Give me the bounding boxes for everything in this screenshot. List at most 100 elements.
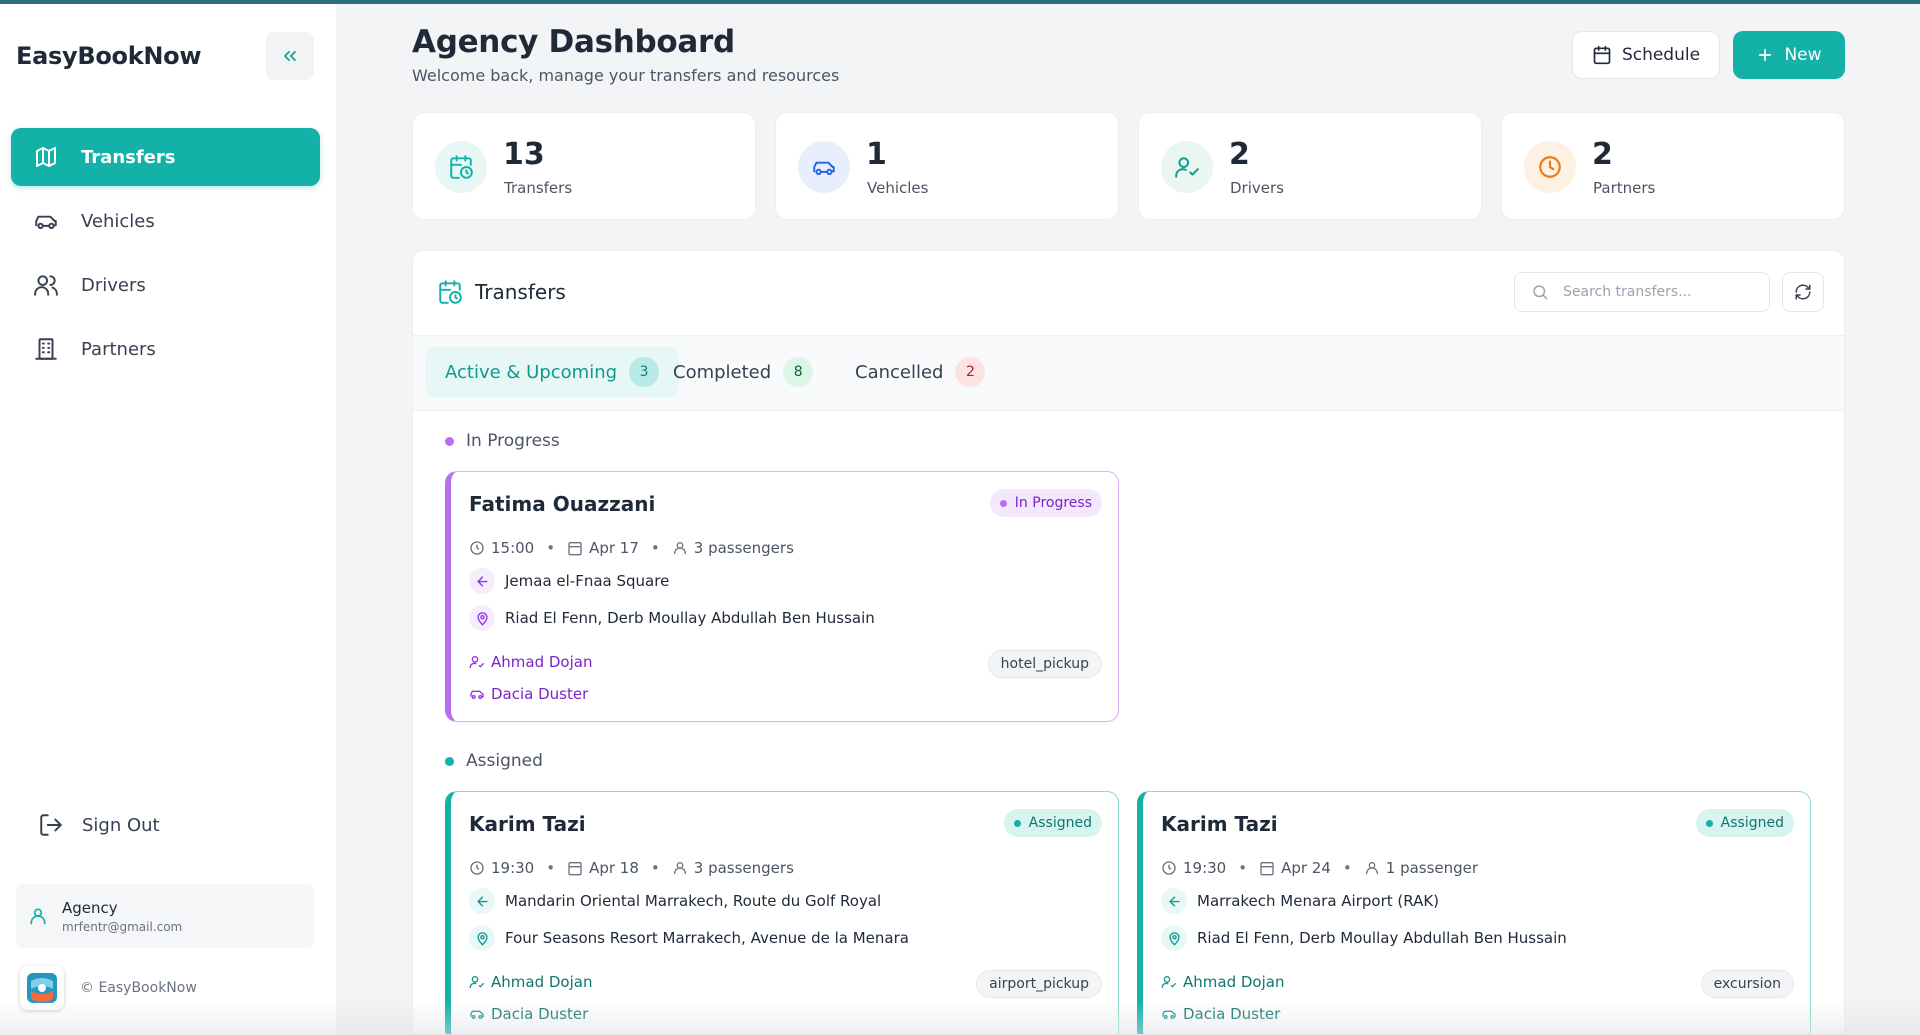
sidebar-item-label: Vehicles	[81, 210, 155, 232]
stat-label: Drivers	[1230, 179, 1284, 197]
tab-cancelled[interactable]: Cancelled 2	[835, 347, 1005, 397]
plus-icon	[1756, 46, 1774, 64]
transfer-card[interactable]: Karim Tazi Assigned 19:30 • Apr 18 • 3 p…	[445, 791, 1119, 1034]
dropoff-location: Riad El Fenn, Derb Moullay Abdullah Ben …	[469, 605, 875, 631]
status-badge: Assigned	[1003, 809, 1102, 837]
collapse-sidebar-button[interactable]	[266, 32, 314, 80]
stat-value: 2	[1229, 137, 1250, 172]
transfer-meta: 19:30 • Apr 18 • 3 passengers	[469, 859, 794, 877]
map-pin-icon	[1161, 925, 1187, 951]
passenger-count: 3 passengers	[693, 539, 794, 557]
tab-completed[interactable]: Completed 8	[653, 347, 833, 397]
assigned-driver[interactable]: Ahmad Dojan	[1161, 973, 1284, 991]
status-badge: In Progress	[989, 489, 1102, 517]
sidebar-item-transfers[interactable]: Transfers	[11, 128, 320, 186]
assigned-vehicle[interactable]: Dacia Duster	[469, 685, 588, 703]
sign-out-button[interactable]: Sign Out	[38, 812, 160, 838]
new-label: New	[1784, 45, 1822, 65]
arrow-left-icon	[469, 888, 495, 914]
clock-icon	[469, 540, 485, 556]
user-name: Agency	[62, 898, 118, 917]
sidebar-item-partners[interactable]: Partners	[11, 320, 320, 378]
arrow-left-icon	[469, 568, 495, 594]
tab-count-badge: 8	[783, 357, 814, 387]
section-in-progress: In Progress	[445, 431, 560, 451]
clock-icon	[1161, 860, 1177, 876]
user-check-icon	[469, 654, 485, 670]
stat-label: Partners	[1593, 179, 1656, 197]
building-icon	[33, 336, 59, 362]
search-input[interactable]	[1563, 284, 1753, 300]
user-email: mrfentr@gmail.com	[62, 919, 183, 934]
assigned-driver[interactable]: Ahmad Dojan	[469, 653, 592, 671]
stat-value: 1	[866, 137, 887, 172]
stat-card-drivers[interactable]: 2 Drivers	[1138, 112, 1482, 220]
passenger-count: 3 passengers	[693, 859, 794, 877]
sign-out-label: Sign Out	[82, 814, 160, 836]
transfer-type-tag: excursion	[1700, 970, 1794, 998]
transfer-type-tag: airport_pickup	[976, 970, 1102, 998]
stat-card-vehicles[interactable]: 1 Vehicles	[775, 112, 1119, 220]
section-label-text: In Progress	[466, 431, 560, 451]
new-button[interactable]: New	[1733, 31, 1845, 79]
transfer-date: Apr 18	[589, 859, 639, 877]
assigned-vehicle[interactable]: Dacia Duster	[469, 1005, 588, 1023]
schedule-label: Schedule	[1621, 45, 1701, 65]
sidebar-nav: Transfers Vehicles Drivers Partners	[11, 128, 320, 384]
sidebar-footer: © EasyBookNow	[20, 966, 197, 1010]
sidebar: EasyBookNow Transfers Vehicles Drivers P…	[0, 4, 337, 1035]
car-icon	[1161, 1006, 1177, 1022]
customer-name: Karim Tazi	[469, 812, 586, 836]
panel-title-text: Transfers	[475, 280, 566, 304]
refresh-button[interactable]	[1782, 272, 1824, 312]
schedule-button[interactable]: Schedule	[1572, 31, 1720, 79]
assigned-vehicle[interactable]: Dacia Duster	[1161, 1005, 1280, 1023]
section-label-text: Assigned	[466, 751, 543, 771]
calendar-icon	[1259, 860, 1275, 876]
transfer-time: 19:30	[1183, 859, 1227, 877]
tab-label: Active & Upcoming	[445, 361, 618, 383]
tab-label: Cancelled	[855, 361, 944, 383]
car-icon	[469, 1006, 485, 1022]
app-logo-icon	[20, 966, 64, 1010]
transfer-time: 19:30	[491, 859, 535, 877]
transfer-card[interactable]: Karim Tazi Assigned 19:30 • Apr 24 • 1 p…	[1137, 791, 1811, 1034]
calendar-icon	[567, 540, 583, 556]
customer-name: Karim Tazi	[1161, 812, 1278, 836]
user-icon	[672, 860, 688, 876]
page-title: Agency Dashboard	[412, 24, 735, 60]
stat-card-transfers[interactable]: 13 Transfers	[412, 112, 756, 220]
search-box[interactable]	[1514, 272, 1770, 312]
user-icon	[1364, 860, 1380, 876]
calendar-clock-icon	[437, 279, 463, 305]
arrow-left-icon	[1161, 888, 1187, 914]
user-profile-card[interactable]: Agency mrfentr@gmail.com	[16, 884, 314, 948]
sidebar-item-label: Drivers	[81, 274, 146, 296]
status-badge: Assigned	[1695, 809, 1794, 837]
clock-icon	[1524, 141, 1576, 193]
user-icon	[28, 906, 48, 926]
transfer-card[interactable]: Fatima Ouazzani In Progress 15:00 • Apr …	[445, 471, 1119, 722]
transfer-time: 15:00	[491, 539, 535, 557]
brand-logo-text: EasyBookNow	[16, 42, 202, 70]
tab-active-upcoming[interactable]: Active & Upcoming 3	[425, 347, 680, 397]
sidebar-item-vehicles[interactable]: Vehicles	[11, 192, 320, 250]
transfers-panel: Transfers Active & Upcoming 3 Completed …	[412, 250, 1845, 1035]
stat-card-partners[interactable]: 2 Partners	[1501, 112, 1845, 220]
car-icon	[33, 208, 59, 234]
refresh-icon	[1794, 283, 1812, 301]
assigned-driver[interactable]: Ahmad Dojan	[469, 973, 592, 991]
transfer-date: Apr 17	[589, 539, 639, 557]
car-icon	[469, 686, 485, 702]
dropoff-location: Four Seasons Resort Marrakech, Avenue de…	[469, 925, 909, 951]
user-icon	[672, 540, 688, 556]
tab-label: Completed	[673, 361, 772, 383]
transfer-date: Apr 24	[1281, 859, 1331, 877]
transfer-meta: 19:30 • Apr 24 • 1 passenger	[1161, 859, 1478, 877]
log-out-icon	[38, 812, 64, 838]
pickup-location: Jemaa el-Fnaa Square	[469, 568, 669, 594]
map-pin-icon	[469, 605, 495, 631]
sidebar-item-drivers[interactable]: Drivers	[11, 256, 320, 314]
section-assigned: Assigned	[445, 751, 543, 771]
users-icon	[33, 272, 59, 298]
